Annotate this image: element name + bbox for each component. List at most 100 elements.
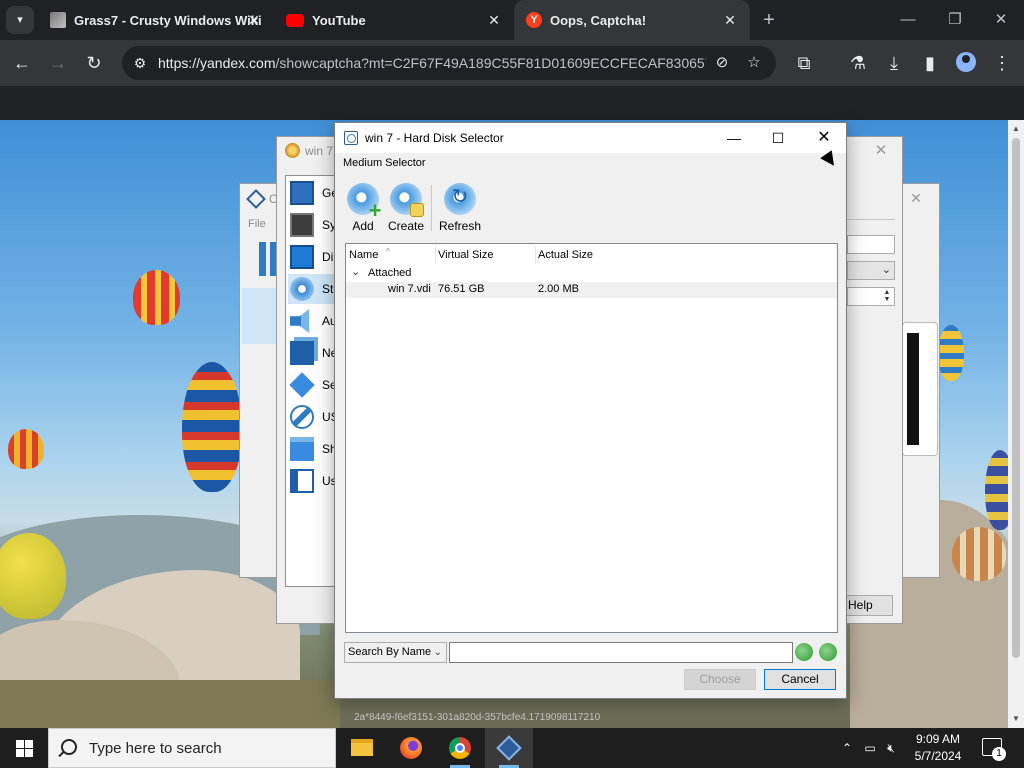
back-arrow-icon[interactable]: ← bbox=[10, 51, 34, 75]
settings-item-display[interactable]: Dis bbox=[288, 242, 339, 272]
form-dropdown[interactable]: ⌄ bbox=[847, 261, 895, 280]
youtube-favicon bbox=[286, 13, 304, 27]
sort-caret-icon: ^ bbox=[386, 247, 390, 256]
settings-item-shared-folders[interactable]: Sh bbox=[288, 434, 337, 464]
restore-button[interactable]: ❐ bbox=[940, 8, 970, 32]
create-button[interactable]: Create bbox=[387, 183, 425, 235]
windows-logo-icon bbox=[16, 740, 24, 748]
forward-arrow-icon[interactable]: → bbox=[46, 51, 70, 75]
scroll-down-arrow-icon[interactable]: ▼ bbox=[1008, 712, 1024, 726]
reload-icon[interactable]: ↻ bbox=[82, 51, 106, 75]
close-icon[interactable]: ✕ bbox=[486, 12, 502, 28]
shared-folders-icon bbox=[290, 437, 314, 461]
search-mode-value: Search By Name bbox=[348, 646, 432, 658]
maximize-button[interactable]: ☐ bbox=[755, 123, 801, 153]
minimize-button[interactable]: — bbox=[893, 8, 923, 32]
chevron-down-icon[interactable]: ⌄ bbox=[351, 265, 360, 278]
side-panel-icon[interactable]: ▮ bbox=[918, 51, 942, 75]
chrome-icon[interactable] bbox=[436, 728, 484, 768]
tab-youtube[interactable]: YouTube ✕ bbox=[274, 0, 514, 40]
spin-arrows-icon[interactable]: ▲ ▼ bbox=[882, 289, 892, 304]
virtualbox-icon[interactable] bbox=[485, 728, 533, 768]
help-button[interactable]: Help bbox=[843, 595, 893, 616]
search-next-icon[interactable] bbox=[819, 643, 837, 661]
start-button[interactable] bbox=[0, 728, 48, 768]
settings-item-serial-ports[interactable]: Se bbox=[288, 370, 337, 400]
virtualbox-disk-icon bbox=[344, 131, 358, 145]
cancel-button-label: Cancel bbox=[781, 672, 819, 686]
form-text-field[interactable] bbox=[847, 235, 895, 254]
cancel-button[interactable]: Cancel bbox=[764, 669, 836, 690]
audio-icon bbox=[290, 309, 310, 333]
menu-file[interactable]: File bbox=[248, 218, 266, 230]
close-window-button[interactable]: ✕ bbox=[986, 8, 1016, 32]
settings-item-network[interactable]: Ne bbox=[288, 338, 337, 368]
search-previous-icon[interactable] bbox=[795, 643, 813, 661]
general-icon bbox=[290, 181, 314, 205]
network-tray-icon[interactable]: ▭ bbox=[860, 728, 880, 768]
form-spinbox[interactable]: ▲ ▼ bbox=[847, 287, 895, 306]
grass7-favicon bbox=[50, 12, 66, 28]
eye-off-icon[interactable]: ⊘ bbox=[712, 53, 732, 73]
tab-search-button[interactable]: ▾ bbox=[6, 6, 34, 34]
table-row[interactable]: win 7.vdi 76.51 GB 2.00 MB bbox=[346, 282, 837, 298]
taskbar-clock[interactable]: 9:09 AM 5/7/2024 bbox=[898, 731, 978, 765]
column-header-label: Actual Size bbox=[538, 249, 594, 261]
settings-item-usb[interactable]: US bbox=[288, 402, 339, 432]
address-bar[interactable]: ⚙ https://yandex.com/showcaptcha?mt=C2F6… bbox=[122, 46, 776, 80]
column-header-name[interactable]: ^ Name bbox=[346, 244, 435, 266]
settings-title: win 7 bbox=[305, 144, 334, 158]
bookmark-star-icon[interactable]: ☆ bbox=[744, 53, 764, 73]
settings-item-general[interactable]: Ge bbox=[288, 178, 338, 208]
choose-button[interactable]: Choose bbox=[684, 669, 756, 690]
download-icon[interactable]: ⤓ bbox=[882, 51, 906, 75]
close-icon[interactable]: ✕ bbox=[722, 12, 738, 28]
labs-flask-icon[interactable]: ⚗ bbox=[846, 51, 870, 75]
refresh-button[interactable]: ↻ Refresh bbox=[439, 183, 481, 235]
tray-overflow-chevron-icon[interactable]: ⌃ bbox=[838, 728, 856, 768]
dialog-titlebar[interactable]: win 7 - Hard Disk Selector — ☐ ✕ bbox=[335, 123, 846, 153]
scrollbar-thumb[interactable] bbox=[1012, 138, 1020, 658]
url-text[interactable]: https://yandex.com/showcaptcha?mt=C2F67F… bbox=[158, 55, 706, 73]
settings-item-system[interactable]: Sy bbox=[288, 210, 336, 240]
close-icon[interactable]: ✕ bbox=[906, 188, 926, 208]
toolbar-separator bbox=[431, 185, 432, 231]
close-icon[interactable]: ✕ bbox=[246, 12, 262, 28]
page-scrollbar[interactable]: ▲ ▼ bbox=[1008, 120, 1024, 728]
profile-avatar[interactable] bbox=[956, 52, 976, 72]
tab-grass7[interactable]: Grass7 - Crusty Windows Wiki ✕ bbox=[38, 0, 274, 40]
vm-list-selected-item[interactable] bbox=[242, 288, 278, 344]
hot-air-balloon bbox=[952, 527, 1006, 581]
clock-date: 5/7/2024 bbox=[914, 749, 962, 763]
scroll-up-arrow-icon[interactable]: ▲ bbox=[1008, 122, 1024, 136]
minimize-button[interactable]: — bbox=[711, 123, 757, 153]
group-attached[interactable]: ⌄ Attached bbox=[346, 266, 837, 282]
settings-item-storage[interactable]: Sto bbox=[288, 274, 340, 304]
settings-item-user-interface[interactable]: Us bbox=[288, 466, 337, 496]
close-button[interactable]: ✕ bbox=[801, 123, 847, 153]
chevron-down-icon: ⌄ bbox=[881, 264, 891, 276]
column-header-virtual-size[interactable]: Virtual Size bbox=[435, 244, 535, 266]
group-label: Attached bbox=[368, 267, 412, 279]
column-header-actual-size[interactable]: Actual Size bbox=[535, 244, 655, 266]
new-tab-button[interactable]: + bbox=[757, 8, 781, 32]
settings-item-audio[interactable]: Au bbox=[288, 306, 337, 336]
file-explorer-icon[interactable] bbox=[338, 728, 386, 768]
site-settings-icon[interactable]: ⚙ bbox=[130, 53, 150, 73]
taskbar-search-box[interactable]: Type here to search bbox=[48, 728, 336, 768]
extensions-icon[interactable]: ⧉ bbox=[792, 51, 816, 75]
hot-air-balloon bbox=[133, 270, 180, 325]
hot-air-balloon bbox=[938, 325, 964, 381]
search-mode-select[interactable]: Search By Name ⌄ bbox=[344, 642, 447, 663]
menu-kebab-icon[interactable]: ⋮ bbox=[990, 51, 1014, 75]
windows-logo-icon bbox=[25, 740, 33, 748]
firefox-icon[interactable] bbox=[387, 728, 435, 768]
tab-captcha[interactable]: Y Oops, Captcha! ✕ bbox=[514, 0, 750, 40]
search-icon bbox=[61, 739, 77, 755]
search-input[interactable] bbox=[449, 642, 793, 663]
close-icon[interactable]: ✕ bbox=[871, 141, 891, 161]
chevron-down-icon: ⌄ bbox=[433, 647, 442, 658]
add-button[interactable]: + Add bbox=[345, 183, 381, 235]
column-header-label: Name bbox=[349, 249, 379, 261]
refresh-icon: ↻ bbox=[444, 183, 476, 215]
